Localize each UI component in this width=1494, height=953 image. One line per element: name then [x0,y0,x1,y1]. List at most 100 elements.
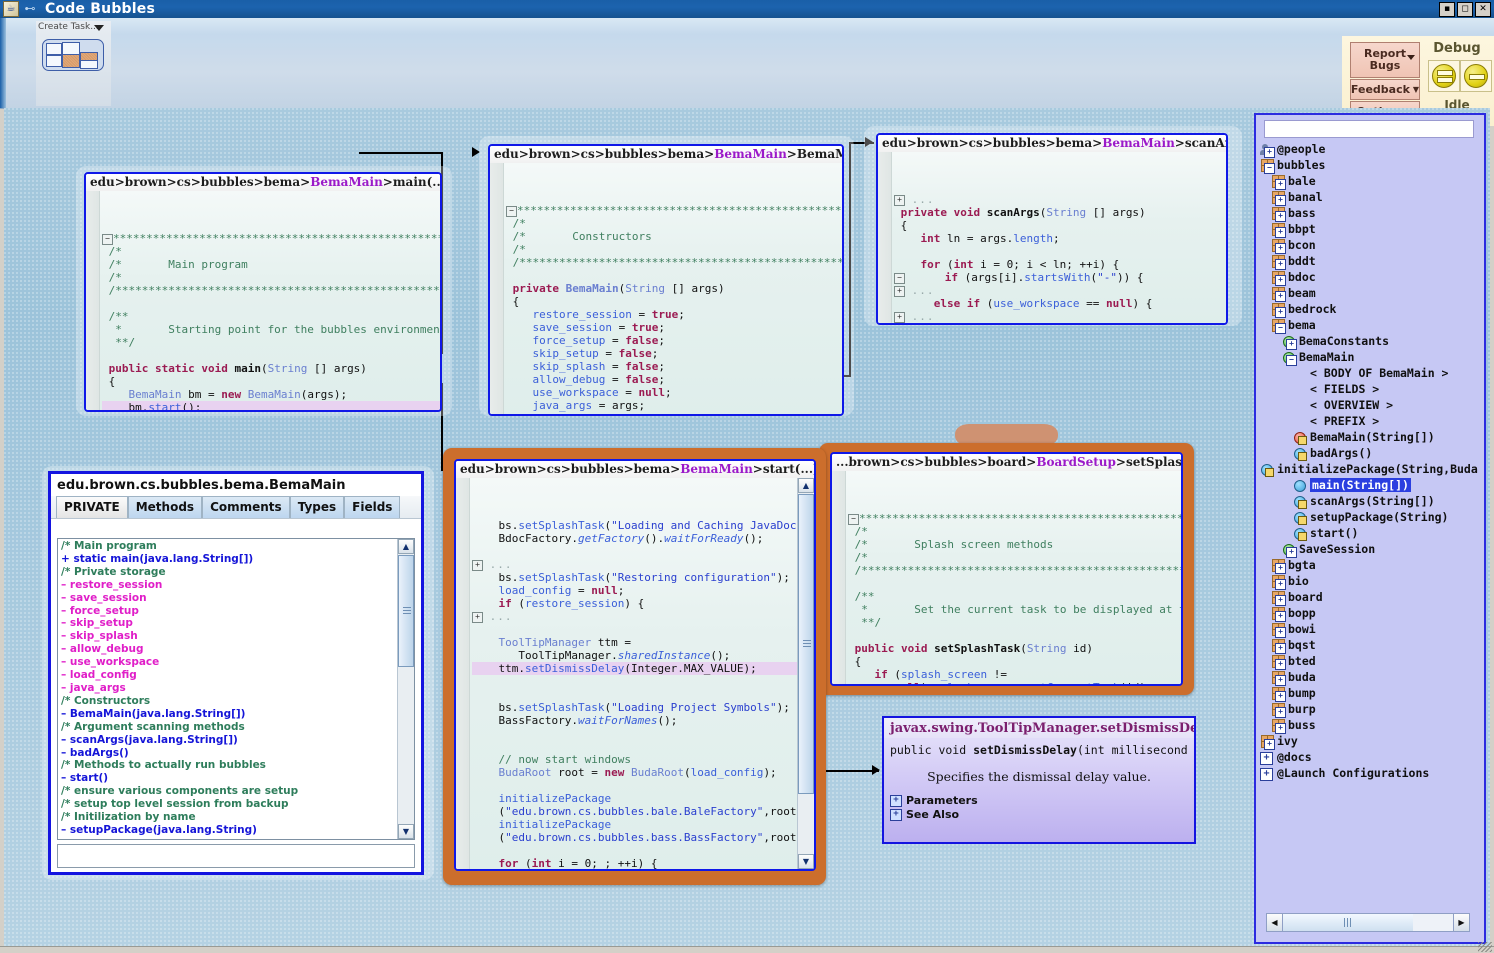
debug-step-button[interactable] [1460,60,1492,92]
chevron-down-icon[interactable] [94,25,104,31]
bubble-code-start[interactable]: bs.setSplashTask("Loading and Caching Ja… [456,478,798,869]
outline-row[interactable]: /* Methods to actually run bubbles [58,759,398,772]
outline-rows[interactable]: /* Main program + static main(java.lang.S… [58,539,398,839]
expand-toggle-icon[interactable]: + [1275,594,1286,606]
bubble-code-scanargs[interactable]: + ... private void scanArgs(String [] ar… [878,152,1226,323]
bubble-code-main[interactable]: − ***************************************… [86,191,440,410]
plus-box-icon[interactable]: + [1260,767,1273,781]
expand-toggle-icon[interactable]: + [1275,706,1286,718]
expand-toggle-icon[interactable]: + [1275,210,1286,222]
outline-row[interactable]: – load_config [58,669,398,682]
tree-item[interactable]: + ivy [1260,733,1478,750]
tree-item[interactable]: + SaveSession [1260,541,1478,558]
expand-toggle-icon[interactable]: + [1275,258,1286,270]
tree-item[interactable]: < OVERVIEW > [1260,397,1478,413]
tree-item[interactable]: + bbpt [1260,221,1478,238]
package-icon[interactable]: + [1271,622,1286,638]
outline-row[interactable]: /* setup top level session from backup [58,798,398,811]
tree-item[interactable]: + board [1260,589,1478,606]
tree-item[interactable]: + @people [1260,141,1478,158]
expand-toggle-icon[interactable]: + [1264,738,1275,750]
bubble-constructor[interactable]: edu>brown>cs>bubbles>bema>BemaMain>BemaM… [488,144,844,416]
tree-item[interactable]: < PREFIX > [1260,413,1478,429]
tree-item[interactable]: + buda [1260,669,1478,686]
package-icon[interactable]: + [1271,206,1286,222]
package-icon[interactable]: + [1271,702,1286,718]
expand-toggle-icon[interactable]: + [1275,562,1286,574]
tree-item[interactable]: + burp [1260,701,1478,718]
feedback-button[interactable]: Feedback ▼ [1350,79,1420,100]
fold-collapse-icon[interactable]: − [102,233,113,245]
scrollbar-thumb[interactable] [1283,914,1413,931]
bubble-main[interactable]: edu>brown>cs>bubbles>bema>BemaMain>main(… [84,172,442,412]
report-bugs-button[interactable]: Report Bugs [1350,42,1420,78]
expand-toggle-icon[interactable]: + [1275,274,1286,286]
expand-toggle-icon[interactable]: + [1275,642,1286,654]
expand-toggle-icon[interactable]: + [1275,674,1286,686]
outline-tab-fields[interactable]: Fields [344,496,401,518]
plus-box-icon[interactable]: + [890,795,902,807]
outline-filter-input[interactable] [57,844,415,868]
scroll-left-arrow-icon[interactable]: ◀ [1267,914,1283,931]
code-gutter[interactable] [456,478,470,869]
fold-collapse-icon[interactable]: − [506,205,517,217]
tree-item[interactable]: + bdoc [1260,269,1478,286]
class-open-icon[interactable]: − [1282,351,1297,366]
package-icon[interactable]: + [1271,718,1286,734]
tree-item[interactable]: + bgta [1260,557,1478,574]
tree-item[interactable]: initializePackage(String,Budal [1260,461,1478,477]
scrollbar-thumb[interactable] [398,555,414,667]
outline-tab-comments[interactable]: Comments [202,496,290,518]
package-open-icon[interactable]: − [1260,158,1275,174]
package-icon[interactable]: + [1271,590,1286,606]
fold-expand-icon[interactable]: + [894,311,905,323]
outline-row[interactable]: /* Argument scanning methods [58,721,398,734]
expand-toggle-icon[interactable]: + [1275,658,1286,670]
resize-grip-icon[interactable] [1478,942,1492,952]
outline-row[interactable]: – restore_session [58,579,398,592]
class-outline-panel[interactable]: edu.brown.cs.bubbles.bema.BemaMain PRIVA… [48,471,424,875]
outline-list[interactable]: /* Main program + static main(java.lang.S… [57,538,415,840]
expand-toggle-icon[interactable]: + [1275,290,1286,302]
tree-item[interactable]: − bema [1260,317,1478,334]
pin-icon[interactable]: ⊷ [21,2,39,16]
tree-item[interactable]: − bubbles [1260,157,1478,174]
outline-row[interactable]: – java_args [58,682,398,695]
tree-item[interactable]: < FIELDS > [1260,381,1478,397]
tree-item[interactable]: < BODY OF BemaMain > [1260,365,1478,381]
package-icon[interactable]: + [1271,270,1286,286]
tree-item[interactable]: scanArgs(String[]) [1260,493,1478,509]
tree-item[interactable]: + banal [1260,189,1478,206]
scroll-right-arrow-icon[interactable]: ▶ [1453,914,1469,931]
outline-vertical-scrollbar[interactable]: ▲ ▼ [397,539,414,839]
tree-item[interactable]: + bio [1260,573,1478,590]
package-icon[interactable]: + [1271,654,1286,670]
scroll-up-arrow-icon[interactable]: ▲ [798,478,814,493]
package-icon[interactable]: + [1271,190,1286,206]
outline-row[interactable]: – allow_debug [58,643,398,656]
outline-row[interactable]: – skip_setup [58,617,398,630]
outline-row[interactable]: + static main(java.lang.String[]) [58,553,398,566]
people-icon[interactable]: + [1260,143,1275,158]
sidebar-horizontal-scrollbar[interactable]: ◀ ▶ [1266,913,1470,932]
tree-item[interactable]: + bump [1260,685,1478,702]
tree-item[interactable]: BemaMain(String[]) [1260,429,1478,445]
scrollbar-thumb[interactable] [798,494,814,794]
sidebar-search-input[interactable] [1264,120,1474,138]
create-task-button[interactable]: Create Task... [36,21,111,106]
interface-icon[interactable]: + [1282,335,1297,350]
bubble-code-setsplashtask[interactable]: − ***************************************… [832,471,1181,684]
package-icon[interactable]: + [1271,222,1286,238]
package-icon[interactable]: + [1271,638,1286,654]
fold-collapse-icon[interactable]: − [848,513,859,525]
method-private-icon[interactable] [1293,511,1307,525]
package-icon[interactable]: + [1271,686,1286,702]
expand-toggle-icon[interactable]: + [1275,722,1286,734]
package-icon[interactable]: + [1271,574,1286,590]
package-icon[interactable]: + [1271,254,1286,270]
package-icon[interactable]: + [1271,174,1286,190]
scroll-down-arrow-icon[interactable]: ▼ [398,824,414,839]
expand-toggle-icon[interactable]: − [1275,322,1286,334]
debug-pause-resume-button[interactable] [1428,60,1460,92]
expand-toggle-icon[interactable]: + [1275,226,1286,238]
